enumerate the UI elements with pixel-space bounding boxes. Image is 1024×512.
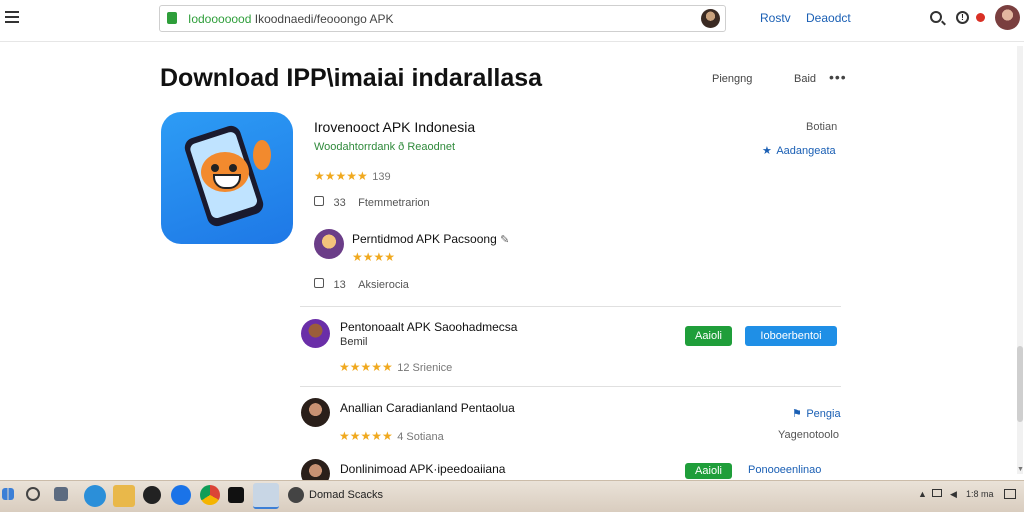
list-item-rating: ★★★★★ 12 Srienice	[339, 360, 453, 374]
address-bar-avatar[interactable]	[701, 9, 720, 28]
list-item-title[interactable]: Anallian Caradianland Pentaolua	[340, 401, 515, 415]
likes-count: 33	[333, 197, 346, 209]
address-text: Iodooooood Ikoodnaedi/feooongo APK	[188, 12, 394, 26]
notifications-icon[interactable]	[1004, 489, 1016, 499]
tag-icon: ⚑	[792, 408, 802, 420]
mascot-ear	[253, 140, 271, 170]
address-bar[interactable]: Iodooooood Ikoodnaedi/feooongo APK	[159, 5, 726, 32]
app-subtitle[interactable]: Woodahtorrdank ð Reaodnet	[314, 141, 455, 153]
browser-topbar: Iodooooood Ikoodnaedi/feooongo APK Rostv…	[0, 0, 1024, 42]
top-link-1[interactable]: Rostv	[760, 11, 791, 25]
list-item-right-link[interactable]: ⚑ Pengia	[792, 404, 841, 422]
top-link-2[interactable]: Deaodct	[806, 11, 851, 25]
profile-avatar[interactable]	[995, 5, 1020, 30]
chrome-icon[interactable]	[200, 485, 220, 505]
app-name: Irovenooct APK Indonesia	[314, 119, 476, 135]
list-item-blue-button[interactable]: Ioboerbentoi	[745, 326, 837, 346]
list-item-right-link[interactable]: Ponooeenlinao	[748, 464, 821, 476]
list-item-title[interactable]: Pentonoaalt APK Saoohadmecsa	[340, 320, 517, 334]
divider	[300, 386, 841, 387]
app-rating: ★★★★★ 139	[314, 167, 391, 185]
lock-icon	[167, 12, 177, 24]
title-link-2[interactable]: Baid	[794, 73, 816, 85]
address-path: Ikoodnaedi/feooongo APK	[254, 12, 394, 26]
more-options-icon[interactable]: •••	[829, 69, 847, 85]
start-icon[interactable]	[2, 488, 14, 500]
app-right-link[interactable]: ★ Aadangeata	[762, 141, 836, 159]
active-app-icon[interactable]	[253, 483, 279, 509]
mascot-face-icon	[201, 152, 249, 192]
comment-title: Perntidmod APK Pacsoong ✎	[352, 232, 510, 246]
search-icon[interactable]	[26, 487, 40, 501]
thumbs-up-icon[interactable]	[314, 278, 324, 288]
title-link-1[interactable]: Piengng	[712, 73, 752, 85]
rating-count: 139	[372, 171, 391, 183]
tray-time[interactable]: 1:8 ma	[966, 489, 994, 499]
thumbs-up-icon[interactable]	[314, 196, 324, 206]
divider	[300, 306, 841, 307]
terminal-icon[interactable]	[228, 487, 244, 503]
comment-likes-label: Aksierocia	[358, 279, 409, 291]
page-title: Download IPP\imaiai indarallasa	[160, 64, 543, 92]
app-likes-row: 33 Ftemmetrarion	[314, 193, 430, 211]
comment-stars: ★★★★	[352, 250, 396, 264]
address-site: Iodooooood	[188, 12, 252, 26]
task-view-icon[interactable]	[54, 487, 68, 501]
list-item-avatar[interactable]	[301, 319, 330, 348]
taskbar-window-label[interactable]: Domad Scacks	[309, 489, 383, 501]
media-icon[interactable]	[143, 486, 161, 504]
list-item-right-text: Yagenotoolo	[778, 429, 839, 441]
star-icon: ★	[762, 145, 772, 157]
app-right-label: Botian	[806, 121, 838, 133]
rating-stars: ★★★★★	[314, 169, 368, 183]
list-item-green-button[interactable]: Aaioli	[685, 326, 732, 346]
alert-icon[interactable]: !	[956, 11, 969, 24]
tray-up-icon[interactable]: ▲	[918, 489, 927, 499]
comment-likes-row: 13 Aksierocia	[314, 275, 409, 293]
folder-icon[interactable]	[113, 485, 135, 507]
list-item-avatar[interactable]	[301, 398, 330, 427]
app-icon	[161, 112, 293, 244]
browser-icon[interactable]	[171, 485, 191, 505]
edit-icon[interactable]: ✎	[500, 234, 509, 246]
search-icon[interactable]	[930, 11, 942, 23]
battery-icon[interactable]	[932, 489, 942, 497]
scrollbar-thumb[interactable]	[1017, 346, 1023, 422]
comment-likes-count: 13	[333, 279, 346, 291]
list-item-title[interactable]: Donlinimoad APK·ipeedoaiiana	[340, 462, 505, 476]
edge-icon[interactable]	[84, 485, 106, 507]
scrollbar[interactable]	[1017, 46, 1023, 474]
commenter-avatar[interactable]	[314, 229, 344, 259]
window-app-icon[interactable]	[288, 487, 304, 503]
list-item-green-button[interactable]: Aaioli	[685, 463, 732, 479]
volume-icon[interactable]: ◀	[950, 489, 957, 500]
taskbar: Domad Scacks ▲ ◀ 1:8 ma	[0, 480, 1024, 512]
scroll-down-icon[interactable]: ▼	[1017, 466, 1024, 473]
list-item-subtitle: Bemil	[340, 336, 368, 348]
menu-icon[interactable]	[5, 11, 19, 23]
notification-dot-icon	[976, 13, 985, 22]
likes-label: Ftemmetrarion	[358, 197, 430, 209]
list-item-rating: ★★★★★ 4 Sotiana	[339, 429, 444, 443]
